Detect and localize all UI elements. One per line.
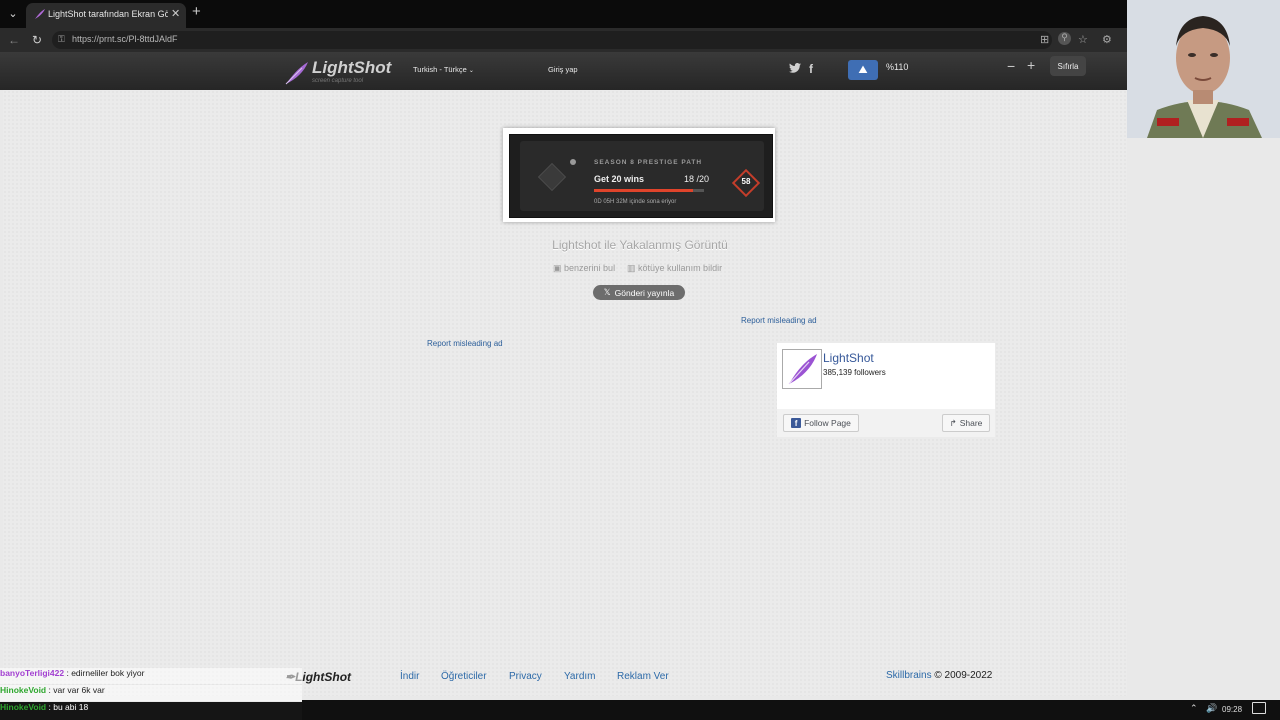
zoom-indicator-icon: ⛰ bbox=[848, 60, 878, 80]
facebook-icon: f bbox=[791, 418, 802, 428]
chevron-down-icon: ⌄ bbox=[468, 68, 474, 74]
notification-icon[interactable] bbox=[1252, 702, 1266, 714]
info-dot-icon bbox=[570, 159, 576, 165]
goal-progress-bar bbox=[594, 189, 704, 192]
screenshot-image: SEASON 8 PRESTIGE PATH Get 20 wins 18 /2… bbox=[509, 134, 773, 218]
lightshot-logo-icon[interactable] bbox=[782, 349, 822, 389]
chat-message: HinokeVoid : var var 6k var bbox=[0, 685, 302, 701]
chat-text: : edirneliler bok yiyor bbox=[66, 668, 145, 678]
browser-tab[interactable]: LightShot tarafından Ekran Görünt ✕ bbox=[26, 3, 186, 28]
zoom-reset-button[interactable]: Sıfırla bbox=[1050, 56, 1086, 76]
tab-title: LightShot tarafından Ekran Görünt bbox=[48, 9, 168, 19]
facebook-page-widget: LightShot 385,139 followers f Follow Page… bbox=[777, 343, 995, 437]
fb-widget-actions: f Follow Page ↱ Share bbox=[777, 409, 995, 437]
footer-link-advertise[interactable]: Reklam Ver bbox=[617, 671, 669, 682]
prestige-card: SEASON 8 PRESTIGE PATH Get 20 wins 18 /2… bbox=[520, 141, 764, 211]
feather-icon bbox=[285, 62, 308, 85]
tweet-label: Gönderi yayınla bbox=[614, 287, 675, 298]
report-ad-link[interactable]: Report misleading ad bbox=[427, 339, 503, 348]
screenshot-caption: Lightshot ile Yakalanmış Görüntü bbox=[552, 238, 728, 252]
lightshot-favicon-icon bbox=[35, 9, 45, 19]
rank-diamond-icon bbox=[537, 162, 567, 192]
share-button[interactable]: ↱ Share bbox=[942, 414, 990, 432]
season-label: SEASON 8 PRESTIGE PATH bbox=[594, 159, 703, 166]
url-text: https://prnt.sc/Pl-8ttdJAldF bbox=[72, 34, 178, 44]
logo-name: LightShot bbox=[312, 58, 392, 77]
chat-username: HinokeVoid bbox=[0, 702, 47, 712]
share-arrow-icon: ↱ bbox=[949, 417, 957, 428]
fb-page-name[interactable]: LightShot bbox=[823, 351, 874, 365]
tray-overflow-icon[interactable]: ⌃ bbox=[1190, 703, 1198, 714]
bookmark-star-icon[interactable]: ☆ bbox=[1078, 33, 1088, 46]
address-bar[interactable]: ⚿ https://prnt.sc/Pl-8ttdJAldF bbox=[52, 31, 1052, 49]
chat-message: banyoTerligi422 : edirneliler bok yiyor bbox=[0, 668, 302, 684]
trash-icon: ▥ bbox=[627, 263, 636, 273]
site-header: LightShot screen capture tool Turkish - … bbox=[0, 52, 1130, 90]
level-value: 58 bbox=[741, 177, 751, 186]
report-abuse-label: kötüye kullanım bildir bbox=[638, 263, 723, 273]
volume-icon[interactable]: 🔊 bbox=[1206, 703, 1217, 714]
language-selector[interactable]: Turkish - Türkçe ⌄ bbox=[413, 65, 474, 74]
tweet-button[interactable]: 𝕏 Gönderi yayınla bbox=[593, 285, 685, 300]
goal-count: 18 /20 bbox=[684, 174, 710, 184]
fb-follower-count: 385,139 followers bbox=[823, 368, 886, 377]
site-info-icon[interactable]: ⚿ bbox=[58, 34, 65, 45]
chat-text: : var var 6k var bbox=[48, 685, 105, 695]
follow-label: Follow Page bbox=[804, 418, 851, 428]
camera-icon: ▣ bbox=[553, 263, 562, 273]
tab-list-button[interactable]: ⌄ bbox=[4, 4, 22, 22]
streamer-face-image bbox=[1127, 0, 1280, 138]
language-label: Turkish - Türkçe bbox=[413, 65, 467, 74]
chat-message: HinokeVoid : bu abi 18 bbox=[0, 702, 302, 720]
stream-chat-overlay: banyoTerligi422 : edirneliler bok yiyor … bbox=[0, 668, 302, 720]
report-abuse-link[interactable]: ▥ kötüye kullanım bildir bbox=[627, 263, 722, 274]
facebook-icon[interactable]: f bbox=[809, 62, 813, 76]
webcam-overlay bbox=[1127, 0, 1280, 138]
chat-username: banyoTerligi422 bbox=[0, 668, 65, 678]
close-tab-icon[interactable]: ✕ bbox=[171, 7, 180, 20]
clock[interactable]: 09:28 bbox=[1222, 705, 1242, 714]
follow-page-button[interactable]: f Follow Page bbox=[783, 414, 859, 432]
report-ad-link[interactable]: Report misleading ad bbox=[741, 316, 817, 325]
back-arrow-icon[interactable]: ← bbox=[8, 33, 20, 47]
zoom-in-button[interactable]: + bbox=[1027, 57, 1035, 73]
share-label: Share bbox=[959, 418, 983, 428]
expiry-label: 0D 05H 32M içinde sona eriyor bbox=[594, 199, 677, 205]
zoom-lens-icon[interactable]: ⚲ bbox=[1058, 32, 1071, 45]
find-similar-label: benzerini bul bbox=[564, 263, 616, 273]
reload-icon[interactable]: ↻ bbox=[32, 33, 42, 47]
taskbar bbox=[302, 700, 1280, 720]
copyright-years: © 2009-2022 bbox=[934, 670, 993, 681]
extensions-icon[interactable]: ⚙ bbox=[1102, 33, 1112, 46]
chat-text: : bu abi 18 bbox=[48, 702, 89, 712]
zoom-level: %110 bbox=[886, 62, 909, 72]
new-tab-button[interactable]: + bbox=[192, 4, 201, 20]
company-link[interactable]: Skillbrains bbox=[886, 670, 932, 681]
app-icon[interactable]: ⊞ bbox=[1040, 33, 1049, 46]
browser-toolbar: ← ↻ ⚿ https://prnt.sc/Pl-8ttdJAldF ⊞ ⚲ ☆… bbox=[0, 28, 1130, 52]
goal-progress-fill bbox=[594, 189, 693, 192]
footer-link-tutorials[interactable]: Öğreticiler bbox=[441, 671, 487, 682]
site-logo[interactable]: LightShot screen capture tool bbox=[284, 58, 394, 86]
goal-label: Get 20 wins bbox=[594, 174, 645, 184]
captured-screenshot[interactable]: SEASON 8 PRESTIGE PATH Get 20 wins 18 /2… bbox=[503, 128, 775, 222]
copyright: Skillbrains © 2009-2022 bbox=[886, 670, 992, 681]
footer-link-download[interactable]: İndir bbox=[400, 671, 419, 682]
footer-logo-text: LightShot bbox=[295, 670, 352, 684]
chat-username: HinokeVoid bbox=[0, 685, 47, 695]
footer-link-privacy[interactable]: Privacy bbox=[509, 671, 542, 682]
find-similar-link[interactable]: ▣ benzerini bul bbox=[553, 263, 615, 274]
browser-tab-strip: ⌄ LightShot tarafından Ekran Görünt ✕ + bbox=[0, 0, 1280, 28]
twitter-icon[interactable] bbox=[789, 63, 801, 73]
login-link[interactable]: Giriş yap bbox=[548, 65, 578, 74]
logo-tagline: screen capture tool bbox=[312, 78, 364, 84]
zoom-out-button[interactable]: − bbox=[1007, 58, 1015, 74]
footer-link-help[interactable]: Yardım bbox=[564, 671, 596, 682]
x-logo-icon: 𝕏 bbox=[603, 287, 611, 297]
